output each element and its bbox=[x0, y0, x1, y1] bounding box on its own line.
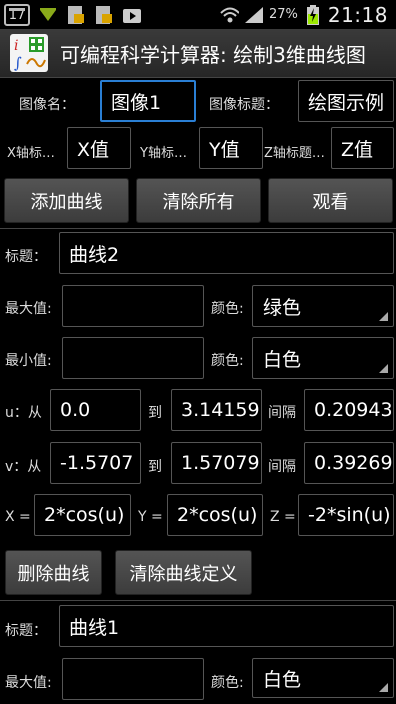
lock-note-icon bbox=[66, 5, 86, 25]
curve2-max-label: 最大值: bbox=[5, 301, 52, 317]
x-expr-label: X = bbox=[5, 509, 31, 525]
curve2-max-color-value: 绿色 bbox=[263, 296, 302, 319]
dropdown-arrow-icon bbox=[379, 683, 388, 692]
v-from-label: v：从 bbox=[5, 459, 42, 475]
calendar-day: 17 bbox=[8, 7, 26, 23]
curve2-min-color-select[interactable]: 白色 bbox=[252, 337, 394, 379]
curve2-min-color-label: 颜色: bbox=[211, 353, 244, 369]
curve2-max-input[interactable] bbox=[62, 285, 204, 327]
z-expr-label: Z = bbox=[270, 509, 296, 525]
v-to-label: 到 bbox=[148, 459, 162, 475]
battery-charging-icon bbox=[303, 4, 323, 25]
v-from-input[interactable]: -1.5707 bbox=[50, 442, 141, 484]
calendar-icon: 17 bbox=[4, 3, 30, 26]
delete-curve-button[interactable]: 删除曲线 bbox=[5, 550, 102, 595]
clear-all-button[interactable]: 清除所有 bbox=[136, 178, 261, 223]
curve1-title-label: 标题： bbox=[5, 623, 47, 639]
v-to-input[interactable]: 1.57079 bbox=[171, 442, 262, 484]
clock: 21:18 bbox=[327, 2, 388, 27]
curve-divider bbox=[0, 600, 396, 601]
app-calculator-icon: i ∫ bbox=[10, 34, 48, 72]
v-step-input[interactable]: 0.39269 bbox=[304, 442, 394, 484]
signal-icon bbox=[244, 5, 264, 25]
app-title-bar: i ∫ 可编程科学计算器: 绘制3维曲线图 bbox=[0, 29, 396, 78]
x-expr-input[interactable]: 2*cos(u) bbox=[34, 494, 131, 536]
u-step-label: 间隔 bbox=[268, 405, 296, 421]
curve2-max-color-label: 颜色: bbox=[211, 301, 244, 317]
u-to-label: 到 bbox=[148, 405, 162, 421]
curve2-title-label: 标题： bbox=[5, 249, 47, 265]
play-store-icon bbox=[122, 5, 142, 25]
y-axis-label: Y轴标… bbox=[140, 146, 187, 161]
graph-title-input[interactable]: 绘图示例 bbox=[298, 80, 394, 122]
graph-name-input[interactable]: 图像1 bbox=[100, 80, 196, 122]
curve1-max-label: 最大值: bbox=[5, 675, 52, 691]
y-expr-label: Y = bbox=[138, 509, 163, 525]
curve2-min-label: 最小值: bbox=[5, 353, 52, 369]
section-divider bbox=[0, 228, 396, 229]
curve2-min-input[interactable] bbox=[62, 337, 204, 379]
add-curve-button[interactable]: 添加曲线 bbox=[4, 178, 129, 223]
wifi-icon bbox=[219, 5, 239, 25]
z-axis-label: Z轴标题… bbox=[264, 146, 325, 161]
download-arrow-icon bbox=[38, 5, 58, 25]
curve2-max-color-select[interactable]: 绿色 bbox=[252, 285, 394, 327]
y-axis-input[interactable]: Y值 bbox=[199, 127, 263, 169]
curve2-title-input[interactable]: 曲线2 bbox=[59, 232, 394, 274]
svg-text:∫: ∫ bbox=[14, 54, 22, 72]
status-bar: 17 27% 21:18 bbox=[0, 0, 396, 29]
z-expr-input[interactable]: -2*sin(u) bbox=[298, 494, 394, 536]
u-to-input[interactable]: 3.14159 bbox=[171, 389, 262, 431]
curve1-max-input[interactable] bbox=[62, 658, 204, 700]
lock-note-icon-2 bbox=[94, 5, 114, 25]
graph-name-label: 图像名： bbox=[19, 97, 75, 113]
x-axis-label: X轴标… bbox=[7, 146, 55, 161]
dropdown-arrow-icon bbox=[379, 312, 388, 321]
graph-title-label: 图像标题： bbox=[209, 97, 279, 113]
curve1-max-color-value: 白色 bbox=[263, 668, 302, 691]
u-step-input[interactable]: 0.20943 bbox=[304, 389, 394, 431]
y-expr-input[interactable]: 2*cos(u) bbox=[167, 494, 263, 536]
view-button[interactable]: 观看 bbox=[268, 178, 393, 223]
u-from-label: u：从 bbox=[5, 405, 42, 421]
v-step-label: 间隔 bbox=[268, 459, 296, 475]
battery-percent: 27% bbox=[268, 7, 298, 22]
curve1-max-color-label: 颜色: bbox=[211, 675, 244, 691]
curve1-max-color-select[interactable]: 白色 bbox=[252, 658, 394, 698]
x-axis-input[interactable]: X值 bbox=[67, 127, 131, 169]
curve1-title-input[interactable]: 曲线1 bbox=[59, 605, 394, 647]
z-axis-input[interactable]: Z值 bbox=[331, 127, 394, 169]
u-from-input[interactable]: 0.0 bbox=[50, 389, 141, 431]
svg-text:i: i bbox=[14, 38, 18, 54]
clear-curve-definition-button[interactable]: 清除曲线定义 bbox=[115, 550, 252, 595]
dropdown-arrow-icon bbox=[379, 364, 388, 373]
app-title: 可编程科学计算器: 绘制3维曲线图 bbox=[60, 42, 366, 67]
curve2-min-color-value: 白色 bbox=[263, 348, 302, 371]
